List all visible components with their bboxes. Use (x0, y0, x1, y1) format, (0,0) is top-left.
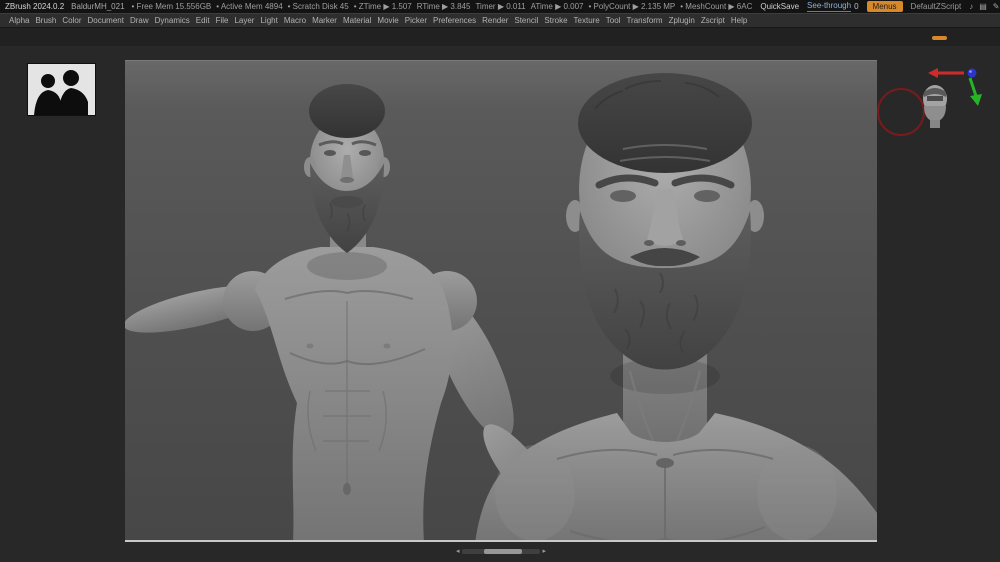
tray-divider-handle[interactable] (932, 36, 947, 40)
menu-macro[interactable]: Macro (281, 16, 309, 25)
menu-stencil[interactable]: Stencil (511, 16, 541, 25)
document-name: BaldurMH_021 (71, 2, 124, 11)
tablet-icon[interactable]: ▤ (979, 3, 987, 11)
canvas-document[interactable] (125, 60, 877, 542)
sculpt-render (125, 61, 877, 542)
menu-stroke[interactable]: Stroke (541, 16, 570, 25)
menu-render[interactable]: Render (479, 16, 511, 25)
titlebar-left: ZBrush 2024.0.2 BaldurMH_021 • Free Mem … (5, 2, 741, 11)
scroll-right-icon[interactable]: ▸ (542, 548, 546, 555)
status-stat: • MeshCount ▶ 6 (680, 2, 741, 11)
menubar: AlphaBrushColorDocumentDrawDynamicsEditF… (0, 13, 1000, 28)
menu-transform[interactable]: Transform (623, 16, 665, 25)
menu-movie[interactable]: Movie (374, 16, 401, 25)
menu-marker[interactable]: Marker (309, 16, 340, 25)
menu-picker[interactable]: Picker (402, 16, 430, 25)
menu-material[interactable]: Material (340, 16, 374, 25)
ac-button[interactable]: AC (741, 2, 752, 11)
status-stat: • Scratch Disk 45 (288, 2, 349, 11)
scroll-left-icon[interactable]: ◂ (456, 548, 460, 555)
active-tool-thumbnail[interactable] (918, 84, 952, 130)
titlebar-right: AC QuickSave See-through 0 Menus Default… (741, 1, 1000, 12)
axis-y-arrow (970, 78, 982, 106)
menu-texture[interactable]: Texture (571, 16, 603, 25)
menu-preferences[interactable]: Preferences (430, 16, 479, 25)
status-stat: • Active Mem 4894 (216, 2, 282, 11)
menu-document[interactable]: Document (85, 16, 127, 25)
see-through-value: 0 (854, 2, 858, 11)
menus-button[interactable]: Menus (867, 1, 903, 12)
menu-layer[interactable]: Layer (231, 16, 257, 25)
status-stat: • Free Mem 15.556GB (132, 2, 212, 11)
figure-bust (475, 73, 877, 542)
status-stat: ATime ▶ 0.007 (531, 2, 584, 11)
titlebar-stats: • Free Mem 15.556GB • Active Mem 4894 • Sc… (132, 2, 742, 11)
scrollbar-track[interactable] (462, 549, 541, 554)
toolbar-strip (0, 28, 1000, 46)
quicksave-button[interactable]: QuickSave (760, 2, 799, 11)
axis-z-sphere (968, 69, 977, 78)
titlebar: ZBrush 2024.0.2 BaldurMH_021 • Free Mem … (0, 0, 1000, 13)
menu-help[interactable]: Help (728, 16, 750, 25)
menu-brush[interactable]: Brush (32, 16, 59, 25)
thumbnail-silhouettes (28, 64, 95, 115)
audio-icon[interactable]: ♪ (969, 3, 973, 11)
scrollbar-handle[interactable] (484, 549, 522, 554)
menu-edit[interactable]: Edit (193, 16, 213, 25)
default-zscript-button[interactable]: DefaultZScript (911, 2, 962, 11)
menu-zscript[interactable]: Zscript (698, 16, 728, 25)
titlebar-icons: ♪ ▤ ✎ – □ × (969, 3, 1000, 11)
menu-dynamics[interactable]: Dynamics (152, 16, 193, 25)
menu-color[interactable]: Color (59, 16, 84, 25)
menu-light[interactable]: Light (257, 16, 280, 25)
pen-icon[interactable]: ✎ (993, 3, 1000, 11)
axis-x-arrow (928, 68, 964, 78)
status-stat: RTime ▶ 3.845 (417, 2, 471, 11)
see-through-label: See-through (807, 1, 851, 12)
menu-draw[interactable]: Draw (127, 16, 152, 25)
texture-thumbnail[interactable] (28, 64, 95, 115)
app-title: ZBrush 2024.0.2 (5, 2, 64, 11)
status-stat: Timer ▶ 0.011 (475, 2, 525, 11)
see-through-slider[interactable]: See-through 0 (807, 1, 858, 12)
horizontal-scrollbar[interactable]: ◂ ▸ (456, 547, 546, 555)
menu-file[interactable]: File (213, 16, 232, 25)
menu-tool[interactable]: Tool (603, 16, 624, 25)
workspace: ◂ ▸ (0, 46, 1000, 562)
status-stat: • ZTime ▶ 1.507 (354, 2, 412, 11)
menu-alpha[interactable]: Alpha (6, 16, 32, 25)
status-stat: • PolyCount ▶ 2.135 MP (588, 2, 675, 11)
menu-zplugin[interactable]: Zplugin (666, 16, 698, 25)
